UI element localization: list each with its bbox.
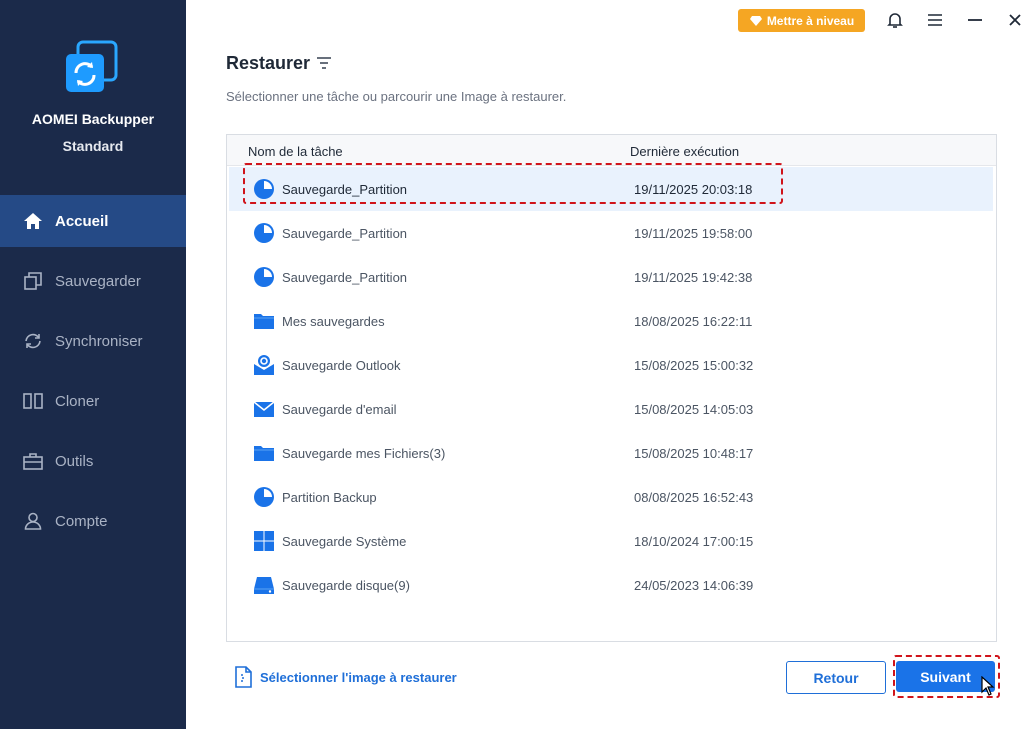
app-name: AOMEI Backupper <box>31 111 155 127</box>
task-name: Sauvegarde mes Fichiers(3) <box>282 446 446 461</box>
diamond-icon <box>749 15 762 26</box>
nav-label: Outils <box>55 452 94 470</box>
partition-icon <box>254 487 274 507</box>
clone-icon <box>23 391 43 411</box>
task-date: 18/08/2025 16:22:11 <box>634 314 753 329</box>
user-icon <box>23 511 43 531</box>
upgrade-button[interactable]: Mettre à niveau <box>738 9 865 32</box>
partition-icon <box>254 179 274 199</box>
table-row[interactable]: Sauvegarde mes Fichiers(3) 15/08/2025 10… <box>229 431 993 475</box>
table-row[interactable]: Sauvegarde_Partition 19/11/2025 19:42:38 <box>229 255 993 299</box>
task-date: 15/08/2025 10:48:17 <box>634 446 754 461</box>
task-date: 18/10/2024 17:00:15 <box>634 534 754 549</box>
task-date: 08/08/2025 16:52:43 <box>634 490 754 505</box>
table-row[interactable]: Mes sauvegardes 18/08/2025 16:22:11 <box>229 299 993 343</box>
windows-icon <box>254 531 274 551</box>
nav-item-cloner[interactable]: Cloner <box>0 375 186 427</box>
page-subtitle: Sélectionner une tâche ou parcourir une … <box>226 89 567 104</box>
close-icon[interactable] <box>1005 10 1025 30</box>
upgrade-label: Mettre à niveau <box>766 13 855 28</box>
sidebar: AOMEI Backupper Standard Accueil Sauvega… <box>0 0 186 729</box>
task-name: Sauvegarde disque(9) <box>282 578 410 593</box>
task-table: Nom de la tâche Dernière exécution Sauve… <box>226 134 997 642</box>
nav-label: Sauvegarder <box>55 272 141 290</box>
column-header-name: Nom de la tâche <box>248 144 343 159</box>
app-edition: Standard <box>62 138 124 154</box>
partition-icon <box>254 267 274 287</box>
table-header: Nom de la tâche Dernière exécution <box>227 135 996 166</box>
task-name: Sauvegarde Système <box>282 534 407 549</box>
table-row[interactable]: Sauvegarde Système 18/10/2024 17:00:15 <box>229 519 993 563</box>
select-image-link[interactable]: Sélectionner l'image à restaurer <box>234 666 457 688</box>
email-icon <box>253 401 275 417</box>
task-name: Sauvegarde d'email <box>282 402 397 417</box>
table-row[interactable]: Sauvegarde_Partition 19/11/2025 20:03:18 <box>229 167 993 211</box>
mouse-cursor-icon <box>981 676 995 696</box>
main-panel: Mettre à niveau Restaurer Sélectionner u… <box>186 0 1036 729</box>
outlook-icon <box>254 355 274 375</box>
bell-icon[interactable] <box>885 10 905 30</box>
table-row[interactable]: Sauvegarde_Partition 19/11/2025 19:58:00 <box>229 211 993 255</box>
partition-icon <box>254 223 274 243</box>
nav-label: Accueil <box>55 212 109 230</box>
aomei-logo-icon <box>66 40 118 92</box>
task-name: Sauvegarde_Partition <box>282 270 408 285</box>
task-date: 24/05/2023 14:06:39 <box>634 578 754 593</box>
file-image-icon <box>235 666 252 688</box>
copy-icon <box>23 271 43 291</box>
task-date: 15/08/2025 14:05:03 <box>634 402 754 417</box>
folder-icon <box>254 446 274 461</box>
task-name: Partition Backup <box>282 490 377 505</box>
task-date: 15/08/2025 15:00:32 <box>634 358 754 373</box>
table-row[interactable]: Partition Backup 08/08/2025 16:52:43 <box>229 475 993 519</box>
task-name: Mes sauvegardes <box>282 314 385 329</box>
folder-icon <box>254 314 274 329</box>
task-name: Sauvegarde_Partition <box>282 226 408 241</box>
minimize-icon[interactable] <box>965 10 985 30</box>
table-row[interactable]: Sauvegarde disque(9) 24/05/2023 14:06:39 <box>229 563 993 607</box>
home-icon <box>23 211 43 231</box>
nav-item-compte[interactable]: Compte <box>0 495 186 547</box>
disk-icon <box>254 577 274 594</box>
nav-label: Cloner <box>55 392 100 410</box>
page-title: Restaurer <box>226 53 311 73</box>
task-date: 19/11/2025 19:58:00 <box>634 226 753 241</box>
nav-item-synchroniser[interactable]: Synchroniser <box>0 315 186 367</box>
task-name: Sauvegarde_Partition <box>282 182 408 197</box>
nav-item-outils[interactable]: Outils <box>0 435 186 487</box>
task-date: 19/11/2025 19:42:38 <box>634 270 753 285</box>
filter-icon[interactable] <box>316 56 332 70</box>
sync-icon <box>23 331 43 351</box>
menu-icon[interactable] <box>925 10 945 30</box>
column-header-date: Dernière exécution <box>630 144 740 159</box>
task-date: 19/11/2025 20:03:18 <box>634 182 753 197</box>
task-name: Sauvegarde Outlook <box>282 358 401 373</box>
back-button[interactable]: Retour <box>786 661 886 694</box>
table-row[interactable]: Sauvegarde Outlook 15/08/2025 15:00:32 <box>229 343 993 387</box>
nav-item-accueil[interactable]: Accueil <box>0 195 186 247</box>
select-image-label: Sélectionner l'image à restaurer <box>260 669 457 685</box>
nav-label: Synchroniser <box>55 332 143 350</box>
toolbox-icon <box>23 451 43 471</box>
table-row[interactable]: Sauvegarde d'email 15/08/2025 14:05:03 <box>229 387 993 431</box>
nav-item-sauvegarder[interactable]: Sauvegarder <box>0 255 186 307</box>
nav-label: Compte <box>55 512 108 530</box>
